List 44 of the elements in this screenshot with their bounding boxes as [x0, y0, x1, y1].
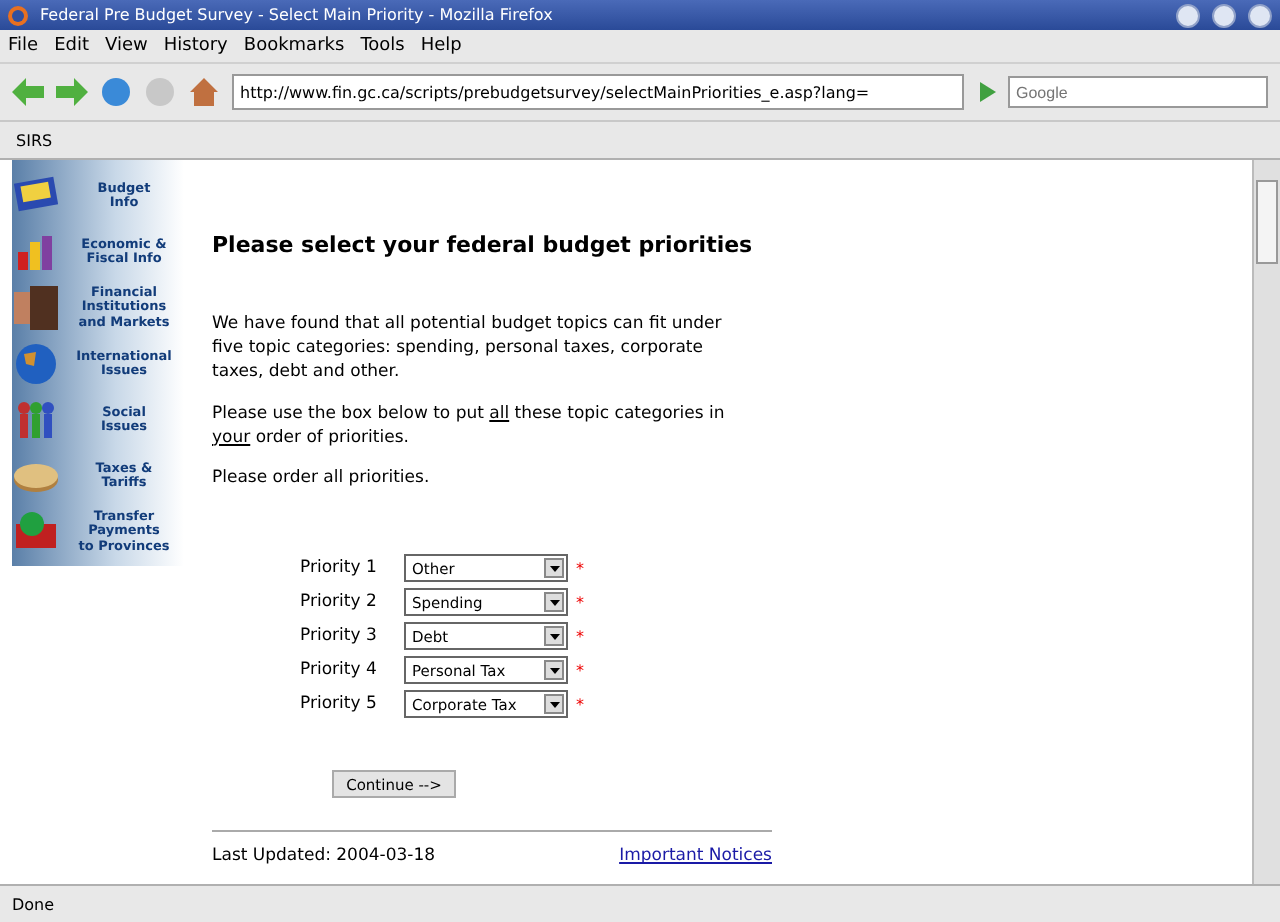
- dropdown-arrow-icon: [549, 633, 559, 640]
- globe-icon: [12, 340, 60, 388]
- back-icon[interactable]: [12, 78, 44, 106]
- dropdown-arrow-icon: [549, 667, 559, 674]
- paragraph: Please use the box below to put all these topic categories in your order of priorities.: [212, 403, 727, 451]
- close-button[interactable]: [1248, 3, 1272, 27]
- important-notices-link[interactable]: Important Notices: [619, 846, 772, 867]
- required-marker: *: [574, 559, 586, 578]
- dropdown-arrow-icon: [549, 565, 559, 572]
- people-icon: [12, 396, 60, 444]
- dropdown-arrow-icon: [549, 599, 559, 606]
- priority-label: Priority 2: [300, 592, 379, 613]
- priority-label: Priority 1: [300, 558, 379, 579]
- menu-item[interactable]: Tools: [360, 36, 405, 56]
- required-marker: *: [574, 593, 586, 612]
- home-icon[interactable]: [188, 76, 220, 108]
- priority-label: Priority 5: [300, 694, 379, 715]
- status-text: Done: [12, 895, 55, 913]
- required-marker: *: [574, 627, 586, 646]
- menu-item[interactable]: Bookmarks: [243, 36, 345, 56]
- scrollbar[interactable]: [1252, 160, 1280, 884]
- paragraph: Please order all priorities.: [212, 468, 432, 493]
- menu-item[interactable]: View: [105, 36, 148, 56]
- required-marker: *: [574, 695, 586, 714]
- paragraph: We have found that all potential budget topics can fit under five topic categories: spending, personal taxes, corporate taxes, debt and other.: [212, 314, 724, 386]
- go-icon[interactable]: [976, 82, 996, 102]
- page-heading: Please select your federal budget priorities: [212, 232, 755, 258]
- search-field[interactable]: Google: [1008, 76, 1268, 108]
- menu-item[interactable]: File: [8, 36, 39, 56]
- bookmark-item[interactable]: SIRS: [16, 131, 53, 149]
- priority-label: Priority 3: [300, 626, 379, 647]
- forward-icon[interactable]: [56, 78, 88, 106]
- browser-logo-icon: [8, 5, 28, 25]
- required-marker: *: [574, 661, 586, 680]
- menu-item[interactable]: History: [163, 36, 228, 56]
- address-field[interactable]: http://www.fin.gc.ca/scripts/prebudgetsurvey/selectMainPriorities_e.asp?lang=: [232, 74, 964, 110]
- menu-item[interactable]: Edit: [54, 36, 89, 56]
- window-title: Federal Pre Budget Survey - Select Main Priority - Mozilla Firefox: [40, 6, 555, 24]
- minimize-button[interactable]: [1176, 3, 1200, 27]
- priority-label: Priority 4: [300, 660, 379, 681]
- dropdown-arrow-icon: [549, 701, 559, 708]
- maximize-button[interactable]: [1212, 3, 1236, 27]
- menu-item[interactable]: Help: [420, 36, 462, 56]
- last-updated-text: Last Updated: 2004-03-18: [212, 846, 436, 867]
